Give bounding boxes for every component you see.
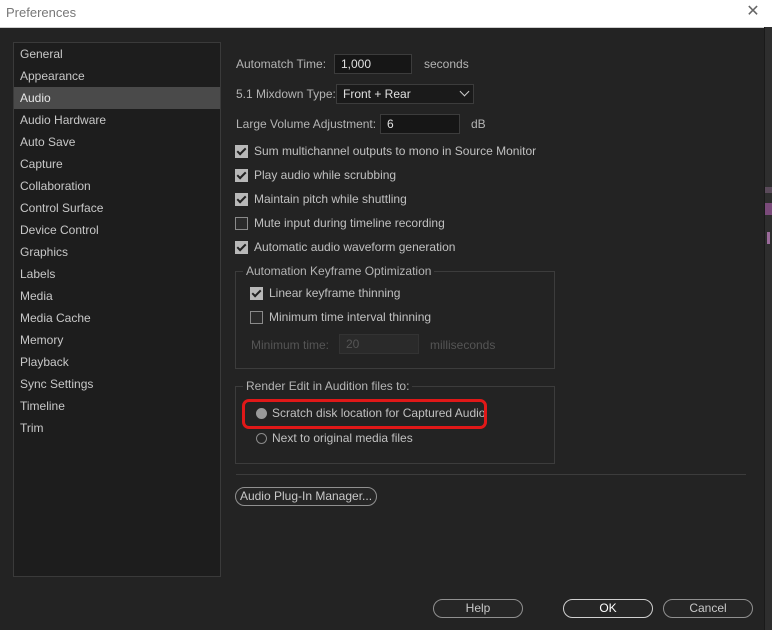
sidebar-item-labels[interactable]: Labels xyxy=(14,263,220,285)
help-button[interactable]: Help xyxy=(433,599,523,618)
checkbox-checked-icon xyxy=(235,240,248,254)
ok-button[interactable]: OK xyxy=(563,599,653,618)
automatch-time-unit: seconds xyxy=(424,57,469,71)
sidebar-item-audio-hardware[interactable]: Audio Hardware xyxy=(14,109,220,131)
preferences-category-list[interactable]: General Appearance Audio Audio Hardware … xyxy=(13,42,221,577)
sidebar-item-control-surface[interactable]: Control Surface xyxy=(14,197,220,219)
checkbox-unchecked-icon xyxy=(250,310,263,324)
sidebar-item-media-cache[interactable]: Media Cache xyxy=(14,307,220,329)
render-group-title: Render Edit in Audition files to: xyxy=(243,379,413,393)
large-volume-unit: dB xyxy=(471,117,486,131)
sidebar-item-media[interactable]: Media xyxy=(14,285,220,307)
mixdown-type-value: Front + Rear xyxy=(343,87,411,101)
sidebar-item-device-control[interactable]: Device Control xyxy=(14,219,220,241)
checkbox-label: Play audio while scrubbing xyxy=(254,168,397,182)
sidebar-item-collaboration[interactable]: Collaboration xyxy=(14,175,220,197)
sidebar-item-general[interactable]: General xyxy=(14,43,220,65)
checkbox-label: Minimum time interval thinning xyxy=(269,310,432,324)
next-to-media-radio[interactable]: Next to original media files xyxy=(256,429,413,447)
sidebar-item-trim[interactable]: Trim xyxy=(14,417,220,439)
sidebar-item-timeline[interactable]: Timeline xyxy=(14,395,220,417)
mixdown-type-label: 5.1 Mixdown Type: xyxy=(236,87,336,101)
checkbox-checked-icon xyxy=(235,168,248,182)
title-bar: Preferences ✕ xyxy=(0,0,772,28)
automatch-time-label: Automatch Time: xyxy=(236,57,327,71)
cancel-button[interactable]: Cancel xyxy=(663,599,753,618)
window-title: Preferences xyxy=(6,5,77,20)
automatch-time-input[interactable]: 1,000 xyxy=(334,54,412,74)
large-volume-label: Large Volume Adjustment: xyxy=(236,117,377,131)
sidebar-item-sync-settings[interactable]: Sync Settings xyxy=(14,373,220,395)
sidebar-item-audio[interactable]: Audio xyxy=(14,87,220,109)
radio-unselected-icon xyxy=(256,432,267,444)
sidebar-item-capture[interactable]: Capture xyxy=(14,153,220,175)
radio-label: Next to original media files xyxy=(272,431,413,445)
close-icon[interactable]: ✕ xyxy=(744,2,762,22)
checkbox-unchecked-icon xyxy=(235,216,248,230)
keyframe-group-title: Automation Keyframe Optimization xyxy=(243,264,435,278)
mute-input-checkbox[interactable]: Mute input during timeline recording xyxy=(235,214,445,232)
large-volume-input[interactable]: 6 xyxy=(380,114,460,134)
play-audio-scrubbing-checkbox[interactable]: Play audio while scrubbing xyxy=(235,166,396,184)
audio-plugin-manager-button[interactable]: Audio Plug-In Manager... xyxy=(235,487,377,506)
mixdown-type-select[interactable]: Front + Rear xyxy=(336,84,474,104)
sidebar-item-playback[interactable]: Playback xyxy=(14,351,220,373)
maintain-pitch-checkbox[interactable]: Maintain pitch while shuttling xyxy=(235,190,407,208)
auto-waveform-checkbox[interactable]: Automatic audio waveform generation xyxy=(235,238,455,256)
checkbox-label: Sum multichannel outputs to mono in Sour… xyxy=(254,144,537,158)
checkbox-checked-icon xyxy=(250,286,263,300)
checkbox-label: Linear keyframe thinning xyxy=(269,286,401,300)
background-window-edge xyxy=(764,27,772,630)
sidebar-item-graphics[interactable]: Graphics xyxy=(14,241,220,263)
checkbox-checked-icon xyxy=(235,192,248,206)
checkbox-label: Automatic audio waveform generation xyxy=(254,240,456,254)
checkbox-label: Maintain pitch while shuttling xyxy=(254,192,407,206)
min-time-input: 20 xyxy=(339,334,419,354)
sidebar-item-appearance[interactable]: Appearance xyxy=(14,65,220,87)
chevron-down-icon xyxy=(459,86,470,97)
min-time-unit: milliseconds xyxy=(430,338,496,352)
sum-multichannel-checkbox[interactable]: Sum multichannel outputs to mono in Sour… xyxy=(235,142,536,160)
checkbox-label: Mute input during timeline recording xyxy=(254,216,445,230)
highlight-annotation xyxy=(242,399,487,429)
checkbox-checked-icon xyxy=(235,144,248,158)
sidebar-item-memory[interactable]: Memory xyxy=(14,329,220,351)
min-interval-checkbox[interactable]: Minimum time interval thinning xyxy=(250,308,431,326)
sidebar-item-auto-save[interactable]: Auto Save xyxy=(14,131,220,153)
linear-keyframe-checkbox[interactable]: Linear keyframe thinning xyxy=(250,284,400,302)
divider xyxy=(236,474,746,475)
min-time-label: Minimum time: xyxy=(251,338,330,352)
